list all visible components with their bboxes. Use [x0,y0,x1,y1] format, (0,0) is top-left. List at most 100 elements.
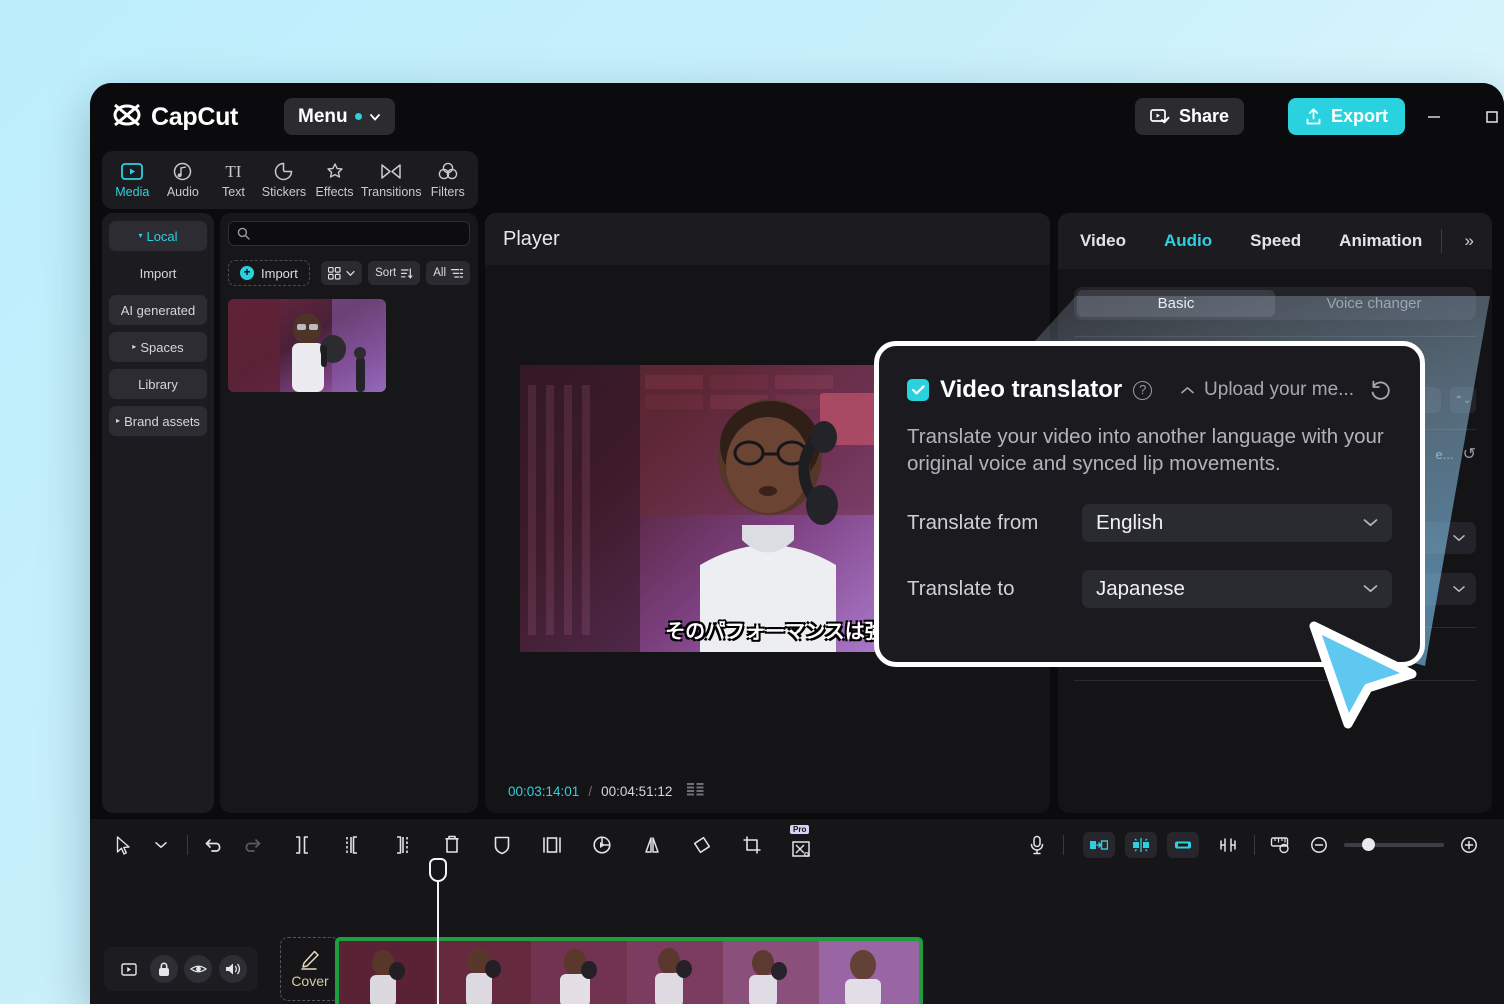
reverse-icon [593,836,611,854]
tab-effects[interactable]: Effects [310,162,359,199]
view-mode-button[interactable] [321,261,363,285]
inspector-tabs: Video Audio Speed Animation » [1058,213,1492,269]
tab-animation[interactable]: Animation [1339,231,1422,251]
player-settings-icon[interactable] [687,783,705,799]
library-item-import[interactable]: Import [109,258,207,288]
toolbar-separator-2 [1063,835,1064,855]
track-controls [104,947,258,991]
import-button[interactable]: + Import [228,260,310,286]
library-item-library-label: Library [138,376,178,392]
export-button[interactable]: Export [1287,98,1405,135]
zoom-slider[interactable] [1344,838,1444,851]
menu-label: Menu [298,105,348,127]
cover-button[interactable]: Cover [280,937,340,1001]
zoom-slider-knob[interactable] [1362,838,1375,851]
media-icon [121,162,144,182]
tab-filters[interactable]: Filters [423,162,472,199]
ruler-button[interactable] [1262,826,1300,864]
crop-button[interactable] [733,826,771,864]
tab-audio[interactable]: Audio [159,162,208,199]
tab-video[interactable]: Video [1080,231,1126,251]
tab-text-label: Audio [166,184,199,199]
trim-right-button[interactable] [383,826,421,864]
reset-icon-callout[interactable] [1369,379,1392,402]
sort-button[interactable]: Sort [368,261,421,285]
split-button[interactable] [283,826,321,864]
reverse-button[interactable] [583,826,621,864]
upload-your-media-button[interactable]: Upload your me... [1180,379,1392,402]
mirror-button[interactable] [633,826,671,864]
zoom-out-button[interactable] [1300,826,1338,864]
undo-icon [205,839,221,852]
tab-transitions[interactable]: Transitions [361,162,421,199]
filter-button[interactable]: All [426,261,470,285]
rotate-button[interactable] [683,826,721,864]
enhance-voice-stepper[interactable]: ⌃⌄ [1450,387,1476,413]
microphone-icon [1030,835,1044,855]
maximize-button[interactable] [1478,103,1504,131]
search-input[interactable] [228,221,470,246]
chevron-down-icon-view [346,270,355,276]
timeline-clip[interactable] [335,937,923,1004]
capcut-logo-icon [112,101,142,134]
tab-stickers[interactable]: Stickers [260,162,309,199]
select-tool-button[interactable] [104,826,142,864]
undo-button[interactable] [195,826,233,864]
stickers-icon [274,162,293,182]
transitions-icon [380,162,402,182]
tab-speed[interactable]: Speed [1250,231,1301,251]
auto-fill-button[interactable] [1083,832,1115,858]
zoom-fit-button[interactable] [1450,826,1488,864]
tab-media[interactable]: Media [108,162,157,199]
library-item-brand-assets[interactable]: ▸ Brand assets [109,406,207,436]
reset-icon-translator[interactable]: ↺ [1463,444,1476,464]
link-clip-button[interactable] [1167,832,1199,858]
share-icon [1150,108,1170,123]
app-logo: CapCut [112,101,238,134]
library-item-ai-generated-label: AI generated [120,302,196,318]
tab-text[interactable]: TI Text [209,162,258,199]
segment-basic[interactable]: Basic [1077,290,1275,317]
playhead-handle[interactable] [429,858,447,882]
tab-audio-inspector[interactable]: Audio [1164,231,1212,251]
help-icon-callout[interactable]: ? [1133,380,1153,400]
sort-label: Sort [375,267,397,279]
beat-detect-button[interactable] [1125,832,1157,858]
translate-from-dropdown[interactable]: English [1082,503,1392,542]
trim-left-button[interactable] [333,826,371,864]
minimize-button[interactable] [1420,103,1448,131]
media-thumbnail[interactable] [228,299,386,392]
check-icon [911,385,925,395]
share-button[interactable]: Share [1134,98,1244,135]
library-item-local[interactable]: ▾ Local [109,221,207,251]
caret-right-icon: ▸ [132,342,137,351]
chevron-down-icon-tool [155,842,167,849]
library-item-library[interactable]: Library [109,369,207,399]
zoom-fit-icon [1461,837,1477,853]
tool-dropdown-button[interactable] [142,826,180,864]
lock-track-icon[interactable] [149,955,178,983]
mute-track-icon[interactable] [218,955,247,983]
translate-to-dropdown[interactable]: Japanese [1082,569,1392,608]
translate-from-row: Translate from English [907,503,1392,542]
segment-voice-changer[interactable]: Voice changer [1275,290,1473,317]
redo-button[interactable] [233,826,271,864]
library-item-ai-generated[interactable]: AI generated [109,295,207,325]
current-time: 00:03:14:01 [508,783,580,799]
record-voiceover-button[interactable] [1018,826,1056,864]
audio-icon [173,162,192,182]
library-item-spaces[interactable]: ▸ Spaces [109,332,207,362]
total-time: 00:04:51:12 [601,783,673,799]
freeze-button[interactable] [533,826,571,864]
video-translator-checkbox[interactable] [907,379,929,401]
adjust-clip-icon [1220,838,1236,852]
more-tabs-icon[interactable]: » [1465,231,1474,251]
auto-cut-pro-button[interactable]: Pro [783,825,821,864]
menu-button[interactable]: Menu [284,98,395,135]
mask-button[interactable] [483,826,521,864]
timeline-playhead[interactable] [429,858,447,1004]
preview-toggle-icon[interactable] [115,955,143,983]
hide-track-icon[interactable] [184,955,213,983]
upload-media-partial[interactable]: e... [1436,447,1454,462]
adjust-clip-button[interactable] [1209,826,1247,864]
